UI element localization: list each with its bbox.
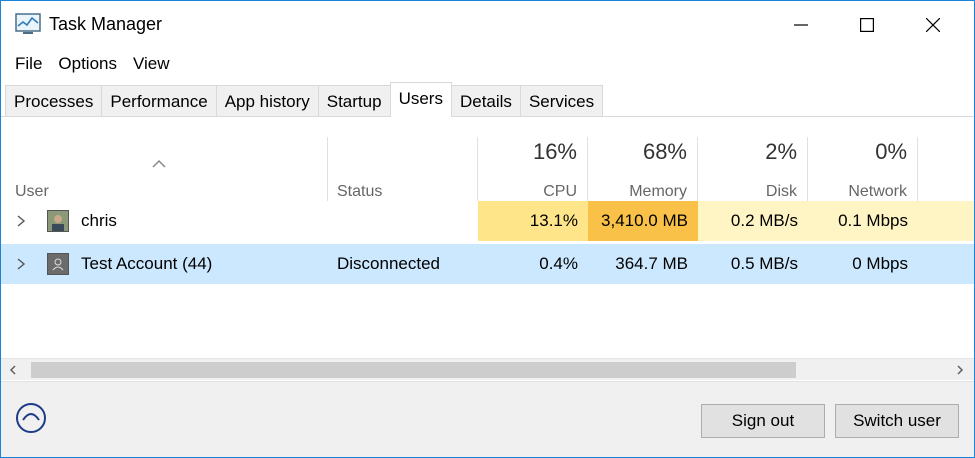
column-label-network: Network [848, 183, 907, 200]
network-cell: 0.1 Mbps [838, 211, 908, 230]
menu-view[interactable]: View [125, 50, 178, 78]
tab-processes[interactable]: Processes [5, 85, 103, 117]
table-row[interactable]: Test Account (44) Disconnected 0.4% 364.… [1, 244, 974, 284]
chevron-right-icon [957, 365, 964, 375]
menu-options[interactable]: Options [50, 50, 125, 78]
tab-performance[interactable]: Performance [101, 85, 217, 117]
user-placeholder-icon [48, 254, 68, 274]
horizontal-scrollbar[interactable] [1, 358, 974, 380]
maximize-icon [860, 18, 874, 32]
menu-bar: File Options View [1, 49, 974, 79]
watermark-logo [15, 396, 165, 440]
status-cell: Disconnected [337, 254, 441, 273]
switch-user-button[interactable]: Switch user [835, 404, 959, 438]
task-manager-icon [15, 13, 41, 34]
close-button[interactable] [900, 1, 966, 49]
chevron-left-icon [9, 365, 16, 375]
tab-app-history[interactable]: App history [215, 85, 319, 117]
table-row[interactable]: chris 13.1% 3,410.0 MB 0.2 MB/s 0.1 Mbps [1, 201, 974, 241]
tab-users[interactable]: Users [389, 82, 452, 117]
scroll-right-button[interactable] [952, 362, 968, 378]
avatar [47, 210, 69, 232]
memory-total: 68% [642, 139, 687, 164]
logo-mark-icon [16, 403, 46, 433]
disk-cell: 0.2 MB/s [730, 211, 798, 230]
column-label-cpu: CPU [543, 183, 577, 200]
menu-file[interactable]: File [7, 50, 50, 78]
close-icon [926, 18, 940, 32]
footer-bar: Sign out Switch user [1, 381, 974, 457]
tab-services[interactable]: Services [519, 85, 604, 117]
avatar [47, 253, 69, 275]
sort-ascending-icon [152, 159, 166, 168]
tab-details[interactable]: Details [450, 85, 521, 117]
tab-startup[interactable]: Startup [317, 85, 391, 117]
minimize-button[interactable] [768, 1, 834, 49]
network-cell: 0 Mbps [852, 254, 908, 273]
maximize-button[interactable] [834, 1, 900, 49]
memory-cell: 3,410.0 MB [601, 211, 688, 230]
task-manager-window: Task Manager File Options View Processes… [0, 0, 975, 458]
tab-strip: Processes Performance App history Startu… [5, 82, 604, 117]
user-photo-icon [48, 211, 68, 231]
scrollbar-thumb[interactable] [31, 362, 796, 378]
chevron-right-icon[interactable] [15, 258, 27, 270]
column-label-memory: Memory [629, 183, 687, 200]
column-label-status: Status [337, 183, 383, 200]
cpu-total: 16% [532, 139, 577, 164]
user-name: Test Account (44) [81, 254, 213, 273]
column-label-user: User [15, 183, 49, 200]
memory-cell: 364.7 MB [615, 254, 688, 273]
minimize-icon [794, 24, 808, 26]
chevron-right-icon[interactable] [15, 215, 27, 227]
cpu-cell: 13.1% [529, 211, 578, 230]
scroll-left-button[interactable] [5, 362, 21, 378]
cpu-cell: 0.4% [539, 254, 578, 273]
disk-cell: 0.5 MB/s [730, 254, 798, 273]
users-table: User Status 16% CPU 68% Memory 2% Disk 0… [1, 117, 974, 357]
disk-total: 2% [765, 139, 797, 164]
user-name: chris [81, 211, 117, 230]
network-total: 0% [875, 139, 907, 164]
sign-out-button[interactable]: Sign out [701, 404, 825, 438]
column-label-disk: Disk [765, 183, 797, 200]
window-title: Task Manager [49, 14, 163, 34]
title-bar[interactable]: Task Manager [1, 1, 974, 49]
